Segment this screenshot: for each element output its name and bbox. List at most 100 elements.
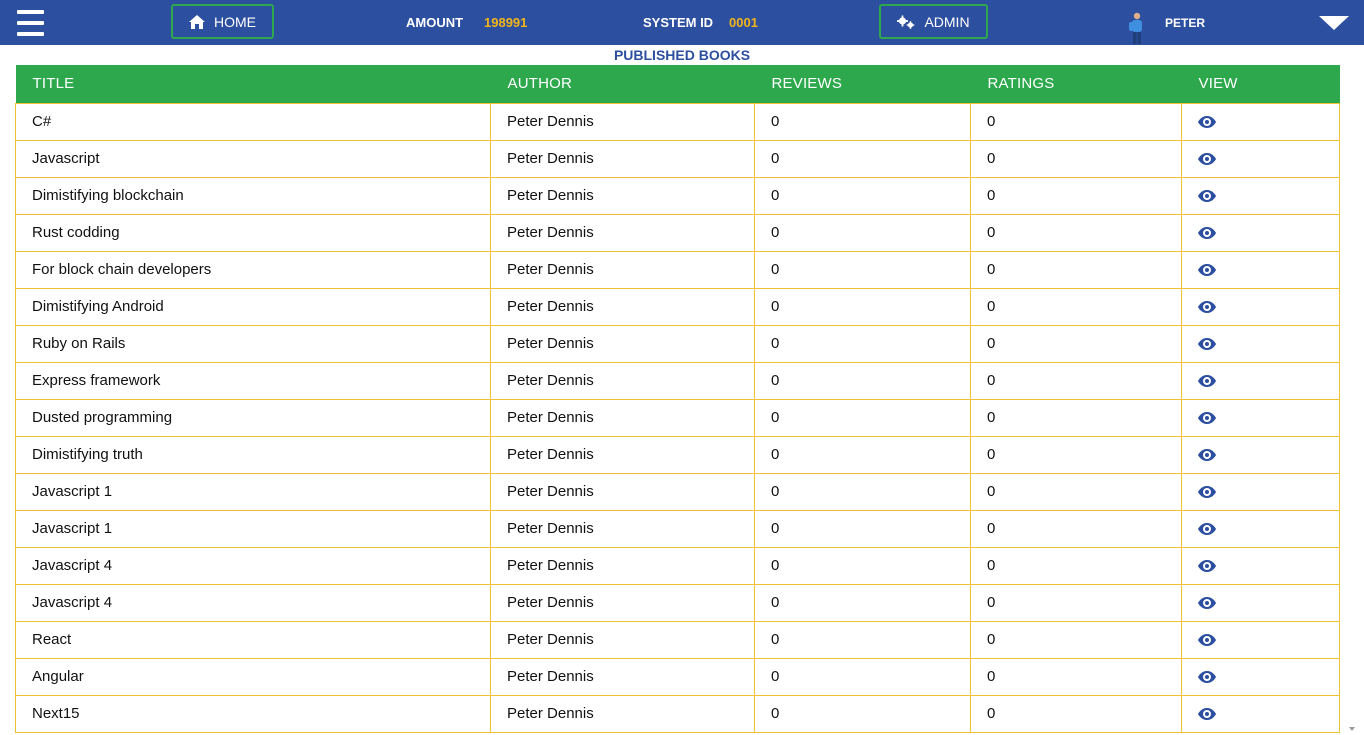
book-author-cell: Peter Dennis bbox=[490, 176, 755, 215]
book-view-cell bbox=[1181, 361, 1340, 400]
top-navbar: HOME AMOUNT 198991 SYSTEM ID 0001 ADMIN … bbox=[0, 0, 1364, 45]
book-ratings-cell: 0 bbox=[970, 694, 1182, 733]
column-header-title[interactable]: TITLE bbox=[16, 65, 491, 103]
book-title-cell: Dimistifying truth bbox=[15, 435, 491, 474]
table-row: Dimistifying truth Peter Dennis 0 0 bbox=[15, 435, 1340, 474]
column-header-ratings[interactable]: RATINGS bbox=[971, 65, 1182, 103]
table-row: Javascript 1 Peter Dennis 0 0 bbox=[15, 472, 1340, 511]
column-header-reviews[interactable]: REVIEWS bbox=[755, 65, 971, 103]
table-row: Ruby on Rails Peter Dennis 0 0 bbox=[15, 324, 1340, 363]
book-title-cell: Dimistifying blockchain bbox=[15, 176, 491, 215]
table-row: Express framework Peter Dennis 0 0 bbox=[15, 361, 1340, 400]
table-row: C# Peter Dennis 0 0 bbox=[15, 102, 1340, 141]
book-view-cell bbox=[1181, 213, 1340, 252]
book-reviews-cell: 0 bbox=[754, 287, 971, 326]
book-title-cell: C# bbox=[15, 102, 491, 141]
caret-down-icon[interactable] bbox=[1319, 16, 1349, 30]
book-author-cell: Peter Dennis bbox=[490, 361, 755, 400]
book-ratings-cell: 0 bbox=[970, 620, 1182, 659]
book-title-cell: Angular bbox=[15, 657, 491, 696]
book-author-cell: Peter Dennis bbox=[490, 213, 755, 252]
book-reviews-cell: 0 bbox=[754, 213, 971, 252]
book-author-cell: Peter Dennis bbox=[490, 620, 755, 659]
book-view-cell bbox=[1181, 694, 1340, 733]
table-row: Javascript Peter Dennis 0 0 bbox=[15, 139, 1340, 178]
book-author-cell: Peter Dennis bbox=[490, 102, 755, 141]
eye-icon[interactable] bbox=[1198, 116, 1216, 129]
book-reviews-cell: 0 bbox=[754, 509, 971, 548]
book-title-cell: Dimistifying Android bbox=[15, 287, 491, 326]
book-ratings-cell: 0 bbox=[970, 250, 1182, 289]
eye-icon[interactable] bbox=[1198, 375, 1216, 388]
book-view-cell bbox=[1181, 398, 1340, 437]
eye-icon[interactable] bbox=[1198, 227, 1216, 240]
column-header-view[interactable]: VIEW bbox=[1182, 65, 1340, 103]
eye-icon[interactable] bbox=[1198, 486, 1216, 499]
book-reviews-cell: 0 bbox=[754, 694, 971, 733]
table-row: Javascript 4 Peter Dennis 0 0 bbox=[15, 583, 1340, 622]
eye-icon[interactable] bbox=[1198, 449, 1216, 462]
eye-icon[interactable] bbox=[1198, 634, 1216, 647]
admin-button[interactable]: ADMIN bbox=[879, 4, 988, 39]
book-title-cell: Ruby on Rails bbox=[15, 324, 491, 363]
table-row: Dimistifying Android Peter Dennis 0 0 bbox=[15, 287, 1340, 326]
home-button-label: HOME bbox=[214, 13, 256, 30]
book-author-cell: Peter Dennis bbox=[490, 657, 755, 696]
book-ratings-cell: 0 bbox=[970, 324, 1182, 363]
book-title-cell: React bbox=[15, 620, 491, 659]
amount-value: 198991 bbox=[484, 15, 528, 30]
book-view-cell bbox=[1181, 620, 1340, 659]
book-author-cell: Peter Dennis bbox=[490, 509, 755, 548]
book-author-cell: Peter Dennis bbox=[490, 287, 755, 326]
eye-icon[interactable] bbox=[1198, 708, 1216, 721]
column-header-author[interactable]: AUTHOR bbox=[491, 65, 755, 103]
eye-icon[interactable] bbox=[1198, 190, 1216, 203]
eye-icon[interactable] bbox=[1198, 560, 1216, 573]
eye-icon[interactable] bbox=[1198, 264, 1216, 277]
book-ratings-cell: 0 bbox=[970, 657, 1182, 696]
book-view-cell bbox=[1181, 472, 1340, 511]
table-row: Javascript 4 Peter Dennis 0 0 bbox=[15, 546, 1340, 585]
book-title-cell: Javascript 4 bbox=[15, 583, 491, 622]
book-ratings-cell: 0 bbox=[970, 139, 1182, 178]
book-ratings-cell: 0 bbox=[970, 176, 1182, 215]
eye-icon[interactable] bbox=[1198, 153, 1216, 166]
hamburger-menu-icon[interactable] bbox=[17, 10, 44, 36]
avatar[interactable] bbox=[1124, 12, 1146, 45]
system-id-value: 0001 bbox=[729, 15, 758, 30]
scroll-down-arrow[interactable] bbox=[1349, 727, 1355, 731]
system-id-label: SYSTEM ID bbox=[643, 15, 714, 30]
book-title-cell: Dusted programming bbox=[15, 398, 491, 437]
eye-icon[interactable] bbox=[1198, 597, 1216, 610]
book-reviews-cell: 0 bbox=[754, 102, 971, 141]
book-ratings-cell: 0 bbox=[970, 361, 1182, 400]
book-ratings-cell: 0 bbox=[970, 102, 1182, 141]
book-ratings-cell: 0 bbox=[970, 583, 1182, 622]
book-author-cell: Peter Dennis bbox=[490, 694, 755, 733]
book-title-cell: Javascript 1 bbox=[15, 472, 491, 511]
book-reviews-cell: 0 bbox=[754, 361, 971, 400]
home-button[interactable]: HOME bbox=[171, 4, 274, 39]
book-view-cell bbox=[1181, 546, 1340, 585]
book-reviews-cell: 0 bbox=[754, 657, 971, 696]
book-reviews-cell: 0 bbox=[754, 472, 971, 511]
eye-icon[interactable] bbox=[1198, 671, 1216, 684]
book-reviews-cell: 0 bbox=[754, 139, 971, 178]
eye-icon[interactable] bbox=[1198, 523, 1216, 536]
book-reviews-cell: 0 bbox=[754, 324, 971, 363]
table-row: Next15 Peter Dennis 0 0 bbox=[15, 694, 1340, 733]
book-author-cell: Peter Dennis bbox=[490, 435, 755, 474]
eye-icon[interactable] bbox=[1198, 301, 1216, 314]
book-ratings-cell: 0 bbox=[970, 472, 1182, 511]
gears-icon bbox=[897, 15, 915, 29]
book-view-cell bbox=[1181, 435, 1340, 474]
eye-icon[interactable] bbox=[1198, 412, 1216, 425]
book-ratings-cell: 0 bbox=[970, 546, 1182, 585]
table-header-row: TITLE AUTHOR REVIEWS RATINGS VIEW bbox=[15, 65, 1340, 103]
amount-label: AMOUNT bbox=[406, 15, 464, 30]
table-row: Javascript 1 Peter Dennis 0 0 bbox=[15, 509, 1340, 548]
book-title-cell: Express framework bbox=[15, 361, 491, 400]
eye-icon[interactable] bbox=[1198, 338, 1216, 351]
book-ratings-cell: 0 bbox=[970, 213, 1182, 252]
book-title-cell: Next15 bbox=[15, 694, 491, 733]
